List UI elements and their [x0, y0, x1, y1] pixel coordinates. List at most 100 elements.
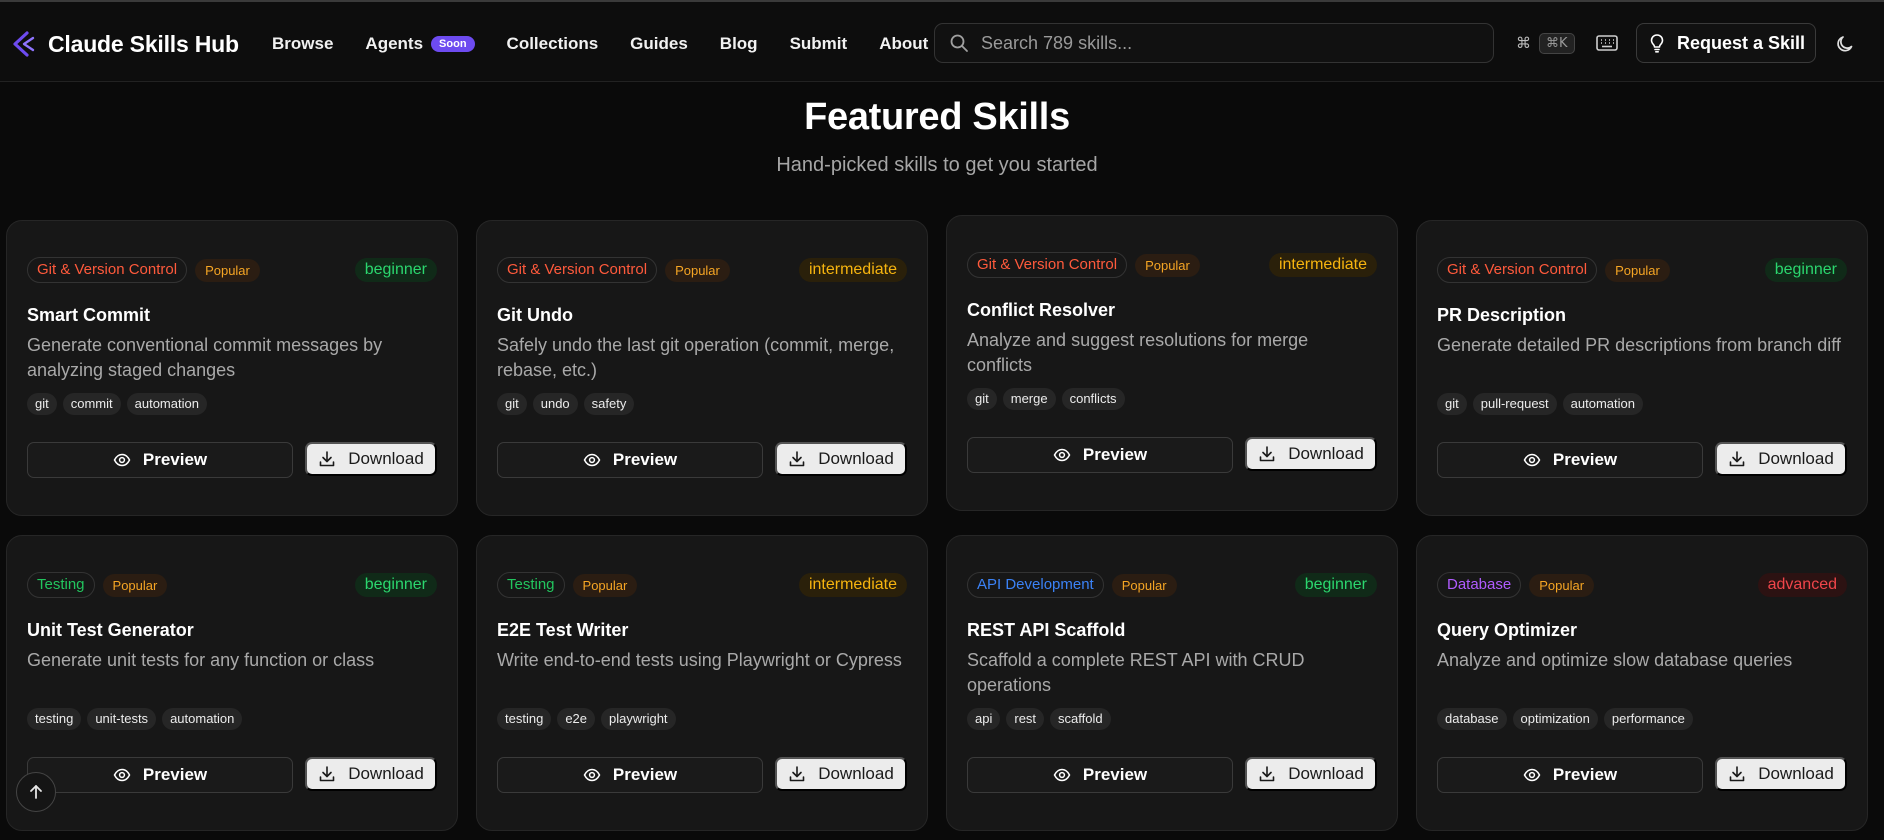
nav-about[interactable]: About [879, 34, 928, 54]
nav-submit[interactable]: Submit [790, 34, 848, 54]
download-icon [1729, 766, 1745, 782]
soon-badge: Soon [431, 36, 475, 52]
tag-database[interactable]: database [1437, 708, 1507, 730]
tag-rest[interactable]: rest [1006, 708, 1045, 730]
download-label: Download [1288, 444, 1364, 463]
tag-optimization[interactable]: optimization [1512, 708, 1598, 730]
tag-git[interactable]: git [1437, 393, 1467, 415]
brand-logo-link[interactable]: Claude Skills Hub [10, 28, 239, 60]
tag-automation[interactable]: automation [162, 708, 243, 730]
card-title[interactable]: Query Optimizer [1437, 620, 1577, 641]
nav-browse[interactable]: Browse [272, 34, 333, 54]
preview-button[interactable]: Preview [497, 757, 763, 793]
preview-button[interactable]: Preview [1437, 442, 1703, 478]
tag-automation[interactable]: automation [126, 393, 207, 415]
skill-card-smart-commit[interactable]: Git & Version Control Popular beginner S… [6, 220, 458, 516]
tag-pull-request[interactable]: pull-request [1472, 393, 1557, 415]
search-input[interactable] [981, 32, 1493, 54]
theme-toggle-button[interactable] [1830, 30, 1860, 58]
skill-card-unit-test-generator[interactable]: Testing Popular beginner Unit Test Gener… [6, 535, 458, 831]
card-description: Analyze and suggest resolutions for merg… [967, 330, 1309, 375]
preview-button[interactable]: Preview [967, 437, 1233, 473]
category-badge[interactable]: Git & Version Control [1437, 257, 1598, 283]
tag-undo[interactable]: undo [532, 393, 578, 415]
scroll-to-top-button[interactable] [16, 772, 56, 812]
tag-list: database optimization performance [1437, 708, 1693, 730]
download-button[interactable]: Download [1715, 442, 1847, 476]
popular-badge: Popular [1529, 573, 1595, 597]
nav-submit-label: Submit [789, 34, 848, 53]
card-title[interactable]: E2E Test Writer [497, 620, 628, 641]
download-button[interactable]: Download [1245, 757, 1377, 791]
tag-playwright[interactable]: playwright [601, 708, 676, 730]
download-button[interactable]: Download [305, 442, 437, 476]
tag-scaffold[interactable]: scaffold [1050, 708, 1111, 730]
popular-badge: Popular [102, 573, 168, 597]
difficulty-badge: intermediate [798, 258, 907, 282]
card-title[interactable]: Git Undo [497, 305, 573, 326]
download-icon [319, 451, 335, 467]
preview-button[interactable]: Preview [27, 757, 293, 793]
popular-badge: Popular [665, 258, 730, 282]
popular-badge: Popular [1605, 258, 1670, 282]
tag-testing[interactable]: testing [497, 708, 552, 730]
skill-card-pr-description[interactable]: Git & Version Control Popular beginner P… [1416, 220, 1868, 516]
popular-badge: Popular [1135, 253, 1200, 277]
skill-card-conflict-resolver[interactable]: Git & Version Control Popular intermedia… [946, 215, 1398, 511]
download-label: Download [348, 449, 424, 468]
card-description: Generate conventional commit messages by… [27, 335, 383, 380]
category-badge[interactable]: Git & Version Control [27, 257, 188, 283]
category-badge[interactable]: Testing [27, 572, 95, 598]
nav-collections[interactable]: Collections [507, 34, 599, 54]
download-button[interactable]: Download [1245, 437, 1377, 471]
card-title[interactable]: REST API Scaffold [967, 620, 1125, 641]
skill-card-rest-api-scaffold[interactable]: API Development Popular beginner REST AP… [946, 535, 1398, 831]
skill-card-query-optimizer[interactable]: Database Popular advanced Query Optimize… [1416, 535, 1868, 831]
tag-conflicts[interactable]: conflicts [1061, 388, 1125, 410]
category-badge[interactable]: Git & Version Control [967, 252, 1128, 278]
card-title[interactable]: PR Description [1437, 305, 1566, 326]
tag-git[interactable]: git [27, 393, 57, 415]
keyboard-shortcuts-button[interactable] [1594, 31, 1620, 55]
category-badge[interactable]: API Development [967, 572, 1104, 598]
tag-git[interactable]: git [967, 388, 997, 410]
tag-performance[interactable]: performance [1603, 708, 1693, 730]
skill-card-git-undo[interactable]: Git & Version Control Popular intermedia… [476, 220, 928, 516]
download-button[interactable]: Download [305, 757, 437, 791]
download-label: Download [818, 764, 894, 783]
preview-button[interactable]: Preview [27, 442, 293, 478]
tag-e2e[interactable]: e2e [557, 708, 596, 730]
category-badge[interactable]: Testing [497, 572, 565, 598]
card-title[interactable]: Conflict Resolver [967, 300, 1115, 321]
tag-api[interactable]: api [967, 708, 1001, 730]
card-description: Write end-to-end tests using Playwright … [497, 650, 902, 670]
category-badge[interactable]: Database [1437, 572, 1522, 598]
download-button[interactable]: Download [1715, 757, 1847, 791]
card-description: Safely undo the last git operation (comm… [497, 335, 895, 380]
tag-safety[interactable]: safety [583, 393, 635, 415]
request-skill-button[interactable]: Request a Skill [1636, 23, 1816, 63]
category-badge[interactable]: Git & Version Control [497, 257, 658, 283]
download-button[interactable]: Download [775, 757, 907, 791]
tag-list: git merge conflicts [967, 388, 1125, 410]
skill-card-e2e-test-writer[interactable]: Testing Popular intermediate E2E Test Wr… [476, 535, 928, 831]
card-title[interactable]: Unit Test Generator [27, 620, 194, 641]
tag-commit[interactable]: commit [62, 393, 121, 415]
download-button[interactable]: Download [775, 442, 907, 476]
nav-guides[interactable]: Guides [630, 34, 688, 54]
nav-blog[interactable]: Blog [720, 34, 758, 54]
moon-icon [1837, 36, 1853, 52]
eye-icon [583, 453, 601, 467]
tag-automation[interactable]: automation [1562, 393, 1643, 415]
tag-unit-tests[interactable]: unit-tests [87, 708, 157, 730]
tag-merge[interactable]: merge [1002, 388, 1056, 410]
preview-button[interactable]: Preview [497, 442, 763, 478]
tag-git[interactable]: git [497, 393, 527, 415]
search-box[interactable] [934, 23, 1494, 63]
preview-button[interactable]: Preview [1437, 757, 1703, 793]
nav-agents[interactable]: Agents Soon [365, 34, 475, 54]
preview-button[interactable]: Preview [967, 757, 1233, 793]
tag-testing[interactable]: testing [27, 708, 82, 730]
card-title[interactable]: Smart Commit [27, 305, 150, 326]
card-description: Generate detailed PR descriptions from b… [1437, 335, 1841, 355]
